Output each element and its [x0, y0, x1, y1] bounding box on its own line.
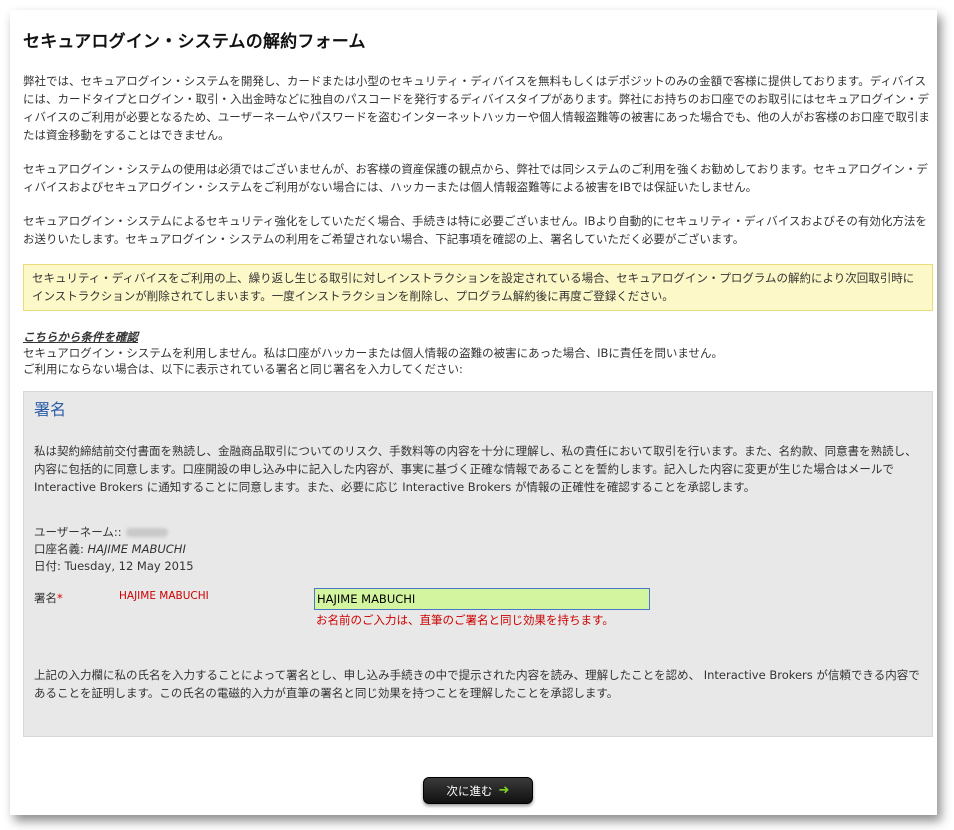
required-mark: *	[57, 591, 63, 605]
expected-signature: HAJIME MABUCHI	[119, 590, 209, 602]
signature-panel: 署名 私は契約締結前交付書面を熟読し、金融商品取引についてのリスク、手数料等の内…	[23, 391, 933, 737]
date-label: 日付:	[34, 559, 61, 573]
date-row: 日付: Tuesday, 12 May 2015	[34, 558, 922, 575]
arrow-right-icon: ➜	[498, 783, 510, 798]
page-title: セキュアログイン・システムの解約フォーム	[23, 32, 366, 52]
username-value-redacted	[125, 528, 168, 537]
next-button-label: 次に進む	[446, 783, 493, 798]
signature-section-title: 署名	[34, 400, 67, 419]
intro-paragraph-2: セキュアログイン・システムの使用は必須ではございませんが、お客様の資産保護の観点…	[23, 162, 928, 194]
signature-field-label: 署名*	[34, 590, 63, 606]
username-row: ユーザーネーム::	[34, 524, 922, 541]
account-name-row: 口座名義: HAJIME MABUCHI	[34, 541, 922, 558]
next-button[interactable]: 次に進む ➜	[423, 777, 533, 804]
signature-input[interactable]	[314, 588, 650, 610]
signature-note: お名前のご入力は、直筆のご署名と同じ効果を持ちます。	[316, 613, 614, 627]
intro-paragraph-1: 弊社では、セキュアログイン・システムを開発し、カードまたは小型のセキュリティ・デ…	[23, 74, 930, 142]
form-frame: セキュアログイン・システムの解約フォーム 弊社では、セキュアログイン・システムを…	[10, 10, 937, 815]
signature-label-text: 署名	[34, 591, 57, 605]
confirm-section: こちらから条件を確認 セキュアログイン・システムを利用しません。私は口座がハッカ…	[23, 329, 933, 377]
final-statement: 上記の入力欄に私の氏名を入力することによって署名とし、申し込み手続きの中で提示さ…	[34, 668, 920, 700]
username-label: ユーザーネーム::	[34, 525, 122, 539]
account-name-label: 口座名義:	[34, 542, 84, 556]
signature-field-row: 署名* HAJIME MABUCHI お名前のご入力は、直筆のご署名と同じ効果を…	[34, 588, 924, 630]
signature-agreement-text: 私は契約締結前交付書面を熟読し、金融商品取引についてのリスク、手数料等の内容を十…	[34, 444, 917, 494]
instruction-notice: セキュリティ・ディバイスをご利用の上、繰り返し生じる取引に対しインストラクション…	[23, 264, 933, 311]
intro-paragraph-3: セキュアログイン・システムによるセキュリティ強化をしていただく場合、手続きは特に…	[23, 214, 927, 246]
confirm-heading: こちらから条件を確認	[23, 330, 138, 344]
date-value: Tuesday, 12 May 2015	[64, 559, 194, 573]
confirm-line-1: セキュアログイン・システムを利用しません。私は口座がハッカーまたは個人情報の盗難…	[23, 346, 724, 360]
user-info: ユーザーネーム:: 口座名義: HAJIME MABUCHI 日付: Tuesd…	[34, 524, 922, 575]
confirm-line-2: ご利用にならない場合は、以下に表示されている署名と同じ署名を入力してください:	[23, 362, 463, 376]
form-content: セキュアログイン・システムの解約フォーム 弊社では、セキュアログイン・システムを…	[23, 10, 933, 737]
account-name-value: HAJIME MABUCHI	[87, 542, 186, 556]
